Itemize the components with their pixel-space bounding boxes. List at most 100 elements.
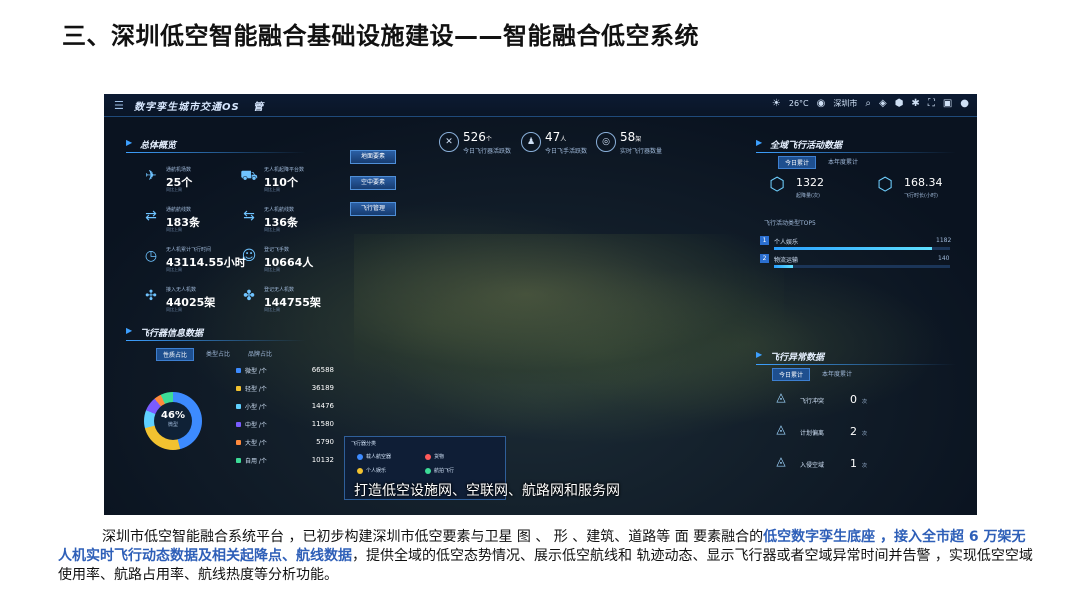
stat-airports: ✈ 通航机场数 25个 同比上周 [140,166,250,192]
type-value: 10132 [311,456,334,464]
stat-registered-drones: ✤ 登记无人机数 144755架 同比上周 [238,286,348,312]
rank-num-2: 2 [760,254,769,263]
type-color-swatch [236,404,241,409]
rank-bar-1 [774,247,950,250]
location-icon: ◉ [816,98,826,109]
type-label: 微型 /个 [245,368,267,375]
type-label: 中型 /个 [245,422,267,429]
donut-center: 46% 微型 [154,402,192,440]
eye-icon: ◎ [596,132,616,152]
weather-text: 26°C [788,99,809,108]
stat-flight-hours: ◷ 无人机累计飞行时间 43114.55小时 同比上周 [140,246,250,272]
tab-year[interactable]: 本年度累计 [822,156,864,169]
caption-part-1: 深圳市低空智能融合系统平台 ，已初步构建深圳市低空要素与卫星 图 、 形 、建筑… [102,529,764,545]
aircraft-type-row: 自用 /个 10132 [236,456,334,466]
type-value: 5790 [316,438,334,446]
aircraft-info-divider [126,340,306,341]
dashboard-screenshot: ☰ 数字孪生城市交通OS 管 ☀ 26°C ◉ 深圳市 ⌕ ◈ ⬢ ✱ ⛶ ▣ … [104,94,977,515]
legend-dot-4 [425,467,431,474]
gear-icon[interactable]: ✱ [911,98,919,109]
pilot-icon: ☺ [241,248,257,264]
top-bar: ☰ 数字孪生城市交通OS 管 ☀ 26°C ◉ 深圳市 ⌕ ◈ ⬢ ✱ ⛶ ▣ … [104,94,977,117]
rank-title: 飞行活动类型TOP5 [764,220,816,227]
tab-nature[interactable]: 性质占比 [156,348,195,361]
activity-tabs: 今日累计 本年度累计 [778,156,864,169]
metric-duration: ⬡ 168.34 飞行时长(小时) [872,174,962,214]
aircraft-info-title: 飞行器信息数据 [126,326,203,339]
type-label: 轻型 /个 [245,386,267,393]
aircraft-type-row: 大型 /个 5790 [236,438,334,448]
type-color-swatch [236,422,241,427]
aircraft-type-row: 小型 /个 14476 [236,402,334,412]
stat-routes: ⇄ 通航航线数 183条 同比上周 [140,206,250,232]
type-value: 66588 [311,366,334,374]
aircraft-type-row: 微型 /个 66588 [236,366,334,376]
drone-route-icon: ⇆ [243,208,255,224]
anomaly-divider [756,364,956,365]
anomaly-tabs: 今日累计 本年度累计 [772,368,858,381]
layer-flight-button[interactable]: 飞行管理 [350,202,396,216]
activity-title: 全域飞行活动数据 [756,138,842,151]
type-value: 14476 [311,402,334,410]
app-title: 数字孪生城市交通OS 管 [134,102,265,113]
menu-icon[interactable]: ☰ [114,99,124,112]
route-icon: ⇄ [145,208,157,224]
tab-type[interactable]: 类型占比 [200,348,236,361]
tab-anomaly-year[interactable]: 本年度累计 [816,368,858,381]
anomaly-conflict: ◬ 飞行冲突 0 次 [772,390,882,412]
type-value: 11580 [311,420,334,428]
search-icon[interactable]: ⌕ [865,98,871,109]
anomaly-intrusion: ◬ 入侵空域 1 次 [772,454,882,476]
stat-pilots: ☺ 登记飞手数 10664人 同比上周 [238,246,348,272]
drone-pad-icon: ⛟ [240,168,258,184]
registry-icon: ✤ [243,288,255,304]
legend-item-4: 航拍飞行 [425,467,454,474]
user-icon: ♟ [521,132,541,152]
sun-icon: ☀ [771,98,781,109]
aircraft-type-row: 中型 /个 11580 [236,420,334,430]
rank-label-1: 个人娱乐 [774,239,799,246]
legend-dot-1 [357,453,363,460]
rank-value-1: 1182 [936,237,952,244]
slide-caption: 深圳市低空智能融合系统平台 ，已初步构建深圳市低空要素与卫星 图 、 形 、建筑… [58,528,1034,585]
rank-label-2: 物流运输 [774,257,799,264]
aircraft-type-row: 轻型 /个 36189 [236,384,334,394]
fullscreen-icon[interactable]: ⛶ [928,98,935,109]
tab-brand[interactable]: 品牌占比 [242,348,278,361]
legend-item-2: 货物 [425,453,444,460]
overview-title: 总体概览 [126,138,176,151]
cube-icon[interactable]: ⬢ [895,98,904,109]
monitor-icon[interactable]: ▣ [943,98,952,109]
type-color-swatch [236,386,241,391]
legend-item-1: 载人航空器 [357,453,391,460]
cross-circle-icon: ✕ [439,132,459,152]
type-label: 大型 /个 [245,440,267,447]
rank-bar-2 [774,265,950,268]
rank-fill-1 [774,247,933,250]
tab-anomaly-today[interactable]: 今日累计 [772,368,811,381]
conflict-icon: ◬ [776,390,786,404]
aircraft-info-tabs: 性质占比 类型占比 品牌占比 [156,348,278,361]
aircraft-donut-chart: 46% 微型 [144,392,202,450]
intrusion-icon: ◬ [776,454,786,468]
duration-icon: ⬡ [877,174,893,195]
layers-icon[interactable]: ◈ [879,98,887,109]
city-text: 深圳市 [833,99,858,108]
clock-icon: ◷ [144,248,158,264]
rank-fill-2 [774,265,794,268]
deviation-icon: ◬ [776,422,786,436]
anomaly-deviation: ◬ 计划偏离 2 次 [772,422,882,444]
activity-divider [756,152,956,153]
type-color-swatch [236,368,241,373]
layer-air-button[interactable]: 空中要素 [350,176,396,190]
overview-divider [126,152,306,153]
metric-takeoffs: ⬡ 1322 起降量(次) [764,174,854,214]
tab-today[interactable]: 今日累计 [778,156,817,169]
takeoff-icon: ⬡ [769,174,785,195]
layer-ground-button[interactable]: 地面要素 [350,150,396,164]
type-label: 自用 /个 [245,458,267,465]
type-color-swatch [236,440,241,445]
user-avatar-icon[interactable]: ● [960,98,969,109]
rank-num-1: 1 [760,236,769,245]
type-color-swatch [236,458,241,463]
